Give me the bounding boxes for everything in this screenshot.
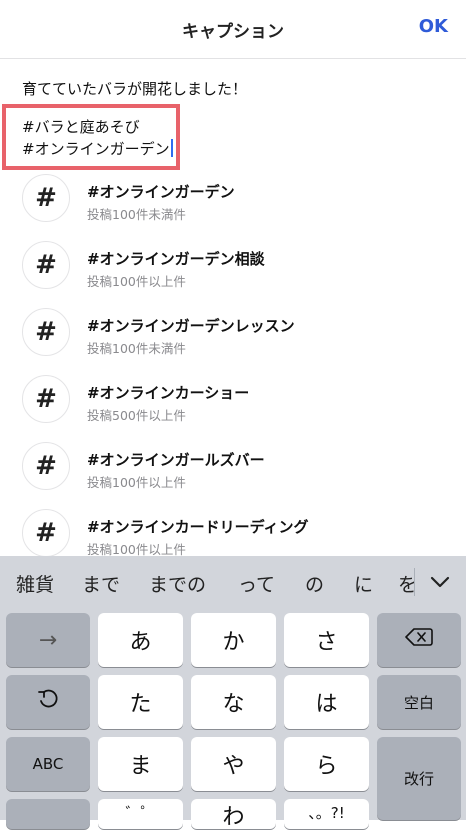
hashtag-line-2-text: #オンラインガーデン [22,140,170,158]
ok-button[interactable]: OK [419,16,448,37]
undo-icon [36,687,60,717]
suggestion-item[interactable]: # #オンラインガーデン 投稿100件未満件 [0,172,466,232]
hashtag-line-1[interactable]: #バラと庭あそび [22,116,140,137]
hashtag-icon: # [22,174,70,222]
suggestion-count: 投稿100件以上件 [87,542,186,556]
key-punctuation[interactable]: 、。?! [284,799,369,829]
candidate-bar: 雑貨 まで までの って の に を [0,556,466,608]
key-sa[interactable]: さ [284,613,369,667]
undo-key[interactable] [6,675,90,729]
next-char-key[interactable]: → [6,613,90,667]
key-na[interactable]: な [191,675,276,729]
backspace-key[interactable] [377,613,461,667]
backspace-icon [405,627,433,653]
suggestion-item[interactable]: # #オンラインガーデン相談 投稿100件以上件 [0,239,466,299]
hashtag-icon: # [22,241,70,289]
candidate-item[interactable]: 雑貨 [16,570,54,597]
key-ma[interactable]: ま [98,737,183,791]
suggestion-name: #オンラインカーショー [87,384,250,402]
caption-text[interactable]: 育てていたバラが開花しました！ [22,78,247,99]
candidate-item[interactable]: までの [149,570,206,597]
key-dakuten[interactable]: ゛゜ [98,799,183,829]
enter-key[interactable]: 改行 [377,737,461,820]
suggestion-count: 投稿500件以上件 [87,408,186,423]
chevron-down-icon[interactable] [426,572,454,592]
suggestion-count: 投稿100件以上件 [87,274,186,289]
suggestion-name: #オンラインガールズバー [87,451,265,469]
hashtag-icon: # [22,308,70,356]
hashtag-line-2[interactable]: #オンラインガーデン [22,138,173,159]
suggestion-item[interactable]: # #オンラインカードリーディング 投稿100件以上件 [0,507,466,556]
key-ya[interactable]: や [191,737,276,791]
emoji-key[interactable] [6,799,90,829]
japanese-keyboard: 雑貨 まで までの って の に を → あ か さ た な は 空白 ABC … [0,556,466,830]
candidate-item[interactable]: まで [82,570,120,597]
key-ka[interactable]: か [191,613,276,667]
hashtag-icon: # [22,375,70,423]
candidate-item[interactable]: って [238,570,275,597]
suggestion-name: #オンラインカードリーディング [87,518,309,536]
key-ra[interactable]: ら [284,737,369,791]
candidate-divider [414,568,415,596]
caption-header: キャプション OK [0,0,466,59]
suggestion-count: 投稿100件未満件 [87,207,186,222]
key-wa[interactable]: わ [191,799,276,830]
candidate-item[interactable]: に [354,570,373,597]
key-ta[interactable]: た [98,675,183,729]
suggestion-item[interactable]: # #オンラインガールズバー 投稿100件以上件 [0,440,466,500]
suggestion-name: #オンラインガーデン [87,183,235,201]
hashtag-icon: # [22,509,70,556]
key-ha[interactable]: は [284,675,369,729]
space-key[interactable]: 空白 [377,675,461,729]
hashtag-icon: # [22,442,70,490]
page-title: キャプション [182,22,284,42]
suggestion-name: #オンラインガーデンレッスン [87,317,295,335]
suggestion-count: 投稿100件未満件 [87,341,186,356]
text-cursor [170,139,173,157]
suggestion-item[interactable]: # #オンラインカーショー 投稿500件以上件 [0,373,466,433]
candidate-item[interactable]: の [305,570,324,597]
key-a[interactable]: あ [98,613,183,667]
hashtag-highlight-box [2,104,180,170]
suggestion-item[interactable]: # #オンラインガーデンレッスン 投稿100件未満件 [0,306,466,366]
suggestion-name: #オンラインガーデン相談 [87,250,265,268]
hashtag-suggestion-list: # #オンラインガーデン 投稿100件未満件 # #オンラインガーデン相談 投稿… [0,172,466,556]
abc-key[interactable]: ABC [6,737,90,791]
suggestion-count: 投稿100件以上件 [87,475,186,490]
